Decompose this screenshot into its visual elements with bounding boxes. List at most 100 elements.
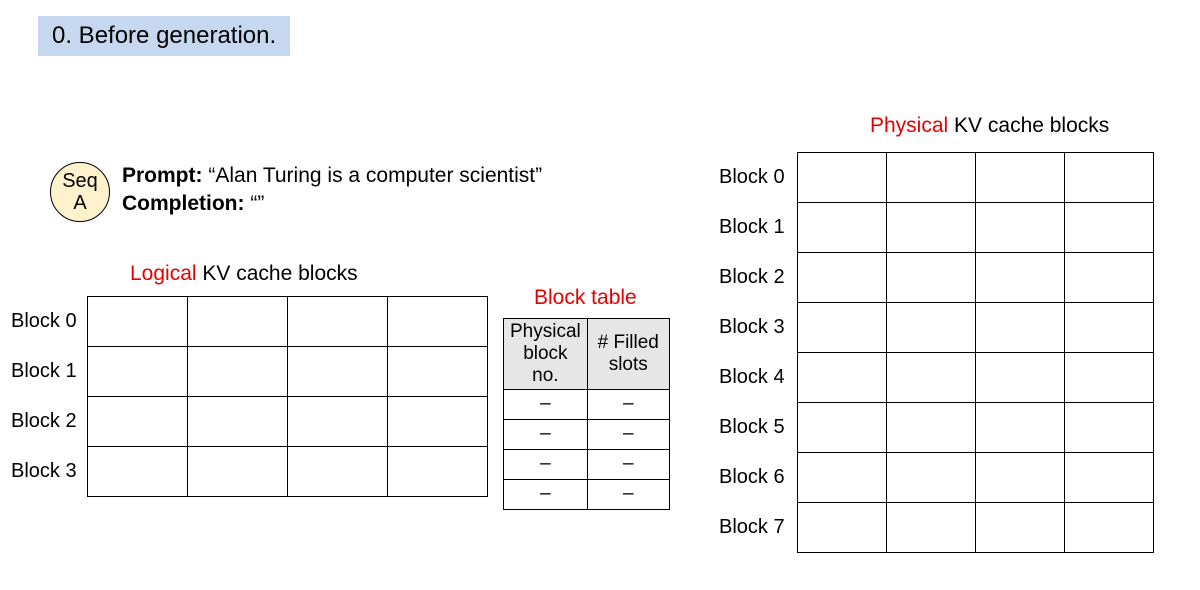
- logical-title-highlight: Logical: [130, 262, 197, 285]
- logical-cell: [387, 447, 487, 497]
- logical-title: Logical KV cache blocks: [130, 262, 358, 286]
- logical-cell: [187, 447, 287, 497]
- blocktable-row: ––: [504, 449, 670, 479]
- physical-cell: [1064, 403, 1153, 453]
- physical-row: Block 3: [718, 303, 1153, 353]
- physical-row: Block 6: [718, 453, 1153, 503]
- physical-cell: [1064, 253, 1153, 303]
- physical-cell: [1064, 203, 1153, 253]
- logical-title-rest: KV cache blocks: [197, 262, 358, 285]
- physical-row-label: Block 2: [718, 253, 797, 303]
- physical-cell: [975, 303, 1064, 353]
- logical-row-label: Block 2: [10, 397, 87, 447]
- physical-cell: [1064, 303, 1153, 353]
- logical-cell: [187, 397, 287, 447]
- physical-cell: [1064, 353, 1153, 403]
- logical-row-label: Block 0: [10, 297, 87, 347]
- physical-cell: [975, 203, 1064, 253]
- blocktable-row: ––: [504, 389, 670, 419]
- logical-cell: [87, 447, 187, 497]
- blocktable-cell-phys: –: [504, 419, 588, 449]
- physical-cell: [797, 303, 886, 353]
- physical-table: Block 0Block 1Block 2Block 3Block 4Block…: [718, 152, 1154, 553]
- blocktable-cell-phys: –: [504, 449, 588, 479]
- physical-cell: [886, 253, 975, 303]
- block-table: Physical block no. # Filled slots ––––––…: [503, 318, 670, 510]
- logical-row: Block 2: [10, 397, 487, 447]
- logical-cell: [287, 347, 387, 397]
- logical-cell: [87, 297, 187, 347]
- physical-cell: [797, 203, 886, 253]
- physical-cell: [886, 503, 975, 553]
- logical-cell: [387, 297, 487, 347]
- prompt-block: Prompt: “Alan Turing is a computer scien…: [122, 162, 542, 219]
- physical-cell: [975, 153, 1064, 203]
- physical-cell: [975, 453, 1064, 503]
- physical-cell: [886, 353, 975, 403]
- logical-table: Block 0Block 1Block 2Block 3: [10, 296, 488, 497]
- physical-row: Block 2: [718, 253, 1153, 303]
- sequence-badge-line2: A: [73, 192, 86, 214]
- physical-cell: [975, 353, 1064, 403]
- blocktable-header-phys: Physical block no.: [504, 319, 588, 390]
- sequence-badge-line1: Seq: [62, 170, 98, 192]
- physical-title: Physical KV cache blocks: [870, 114, 1109, 138]
- physical-row-label: Block 5: [718, 403, 797, 453]
- physical-cell: [797, 253, 886, 303]
- physical-cell: [1064, 453, 1153, 503]
- physical-row-label: Block 7: [718, 503, 797, 553]
- physical-row: Block 7: [718, 503, 1153, 553]
- blocktable-header-filled: # Filled slots: [587, 319, 669, 390]
- physical-row-label: Block 4: [718, 353, 797, 403]
- blocktable-header-filled-l2: slots: [609, 354, 648, 375]
- logical-row: Block 0: [10, 297, 487, 347]
- logical-row: Block 1: [10, 347, 487, 397]
- logical-cell: [387, 347, 487, 397]
- sequence-badge: Seq A: [50, 162, 110, 222]
- logical-row: Block 3: [10, 447, 487, 497]
- logical-cell: [287, 297, 387, 347]
- physical-row: Block 0: [718, 153, 1153, 203]
- completion-label: Completion:: [122, 192, 244, 215]
- physical-cell: [1064, 503, 1153, 553]
- physical-title-highlight: Physical: [870, 114, 948, 137]
- physical-cell: [797, 353, 886, 403]
- physical-cell: [886, 153, 975, 203]
- logical-cell: [287, 397, 387, 447]
- physical-cell: [797, 453, 886, 503]
- blocktable-header-phys-l1: Physical: [510, 321, 581, 342]
- logical-cell: [387, 397, 487, 447]
- physical-cell: [886, 203, 975, 253]
- physical-cell: [886, 453, 975, 503]
- blocktable-cell-filled: –: [587, 449, 669, 479]
- blocktable-row: ––: [504, 419, 670, 449]
- logical-cell: [187, 347, 287, 397]
- physical-cell: [886, 303, 975, 353]
- logical-cell: [87, 397, 187, 447]
- physical-row: Block 5: [718, 403, 1153, 453]
- blocktable-header-phys-l2: block no.: [523, 343, 567, 386]
- completion-value: “”: [250, 192, 264, 215]
- physical-cell: [975, 503, 1064, 553]
- blocktable-header-filled-l1: # Filled: [598, 332, 659, 353]
- physical-row-label: Block 1: [718, 203, 797, 253]
- physical-title-rest: KV cache blocks: [948, 114, 1109, 137]
- logical-cell: [287, 447, 387, 497]
- physical-cell: [797, 503, 886, 553]
- physical-cell: [975, 403, 1064, 453]
- blocktable-cell-filled: –: [587, 479, 669, 509]
- physical-cell: [797, 403, 886, 453]
- physical-row-label: Block 0: [718, 153, 797, 203]
- physical-cell: [975, 253, 1064, 303]
- blocktable-cell-phys: –: [504, 479, 588, 509]
- physical-row: Block 4: [718, 353, 1153, 403]
- blocktable-cell-filled: –: [587, 419, 669, 449]
- prompt-value: “Alan Turing is a computer scientist”: [208, 164, 542, 187]
- physical-cell: [797, 153, 886, 203]
- logical-row-label: Block 1: [10, 347, 87, 397]
- blocktable-title: Block table: [534, 286, 637, 310]
- blocktable-cell-filled: –: [587, 389, 669, 419]
- logical-cell: [87, 347, 187, 397]
- prompt-label: Prompt:: [122, 164, 203, 187]
- physical-row-label: Block 3: [718, 303, 797, 353]
